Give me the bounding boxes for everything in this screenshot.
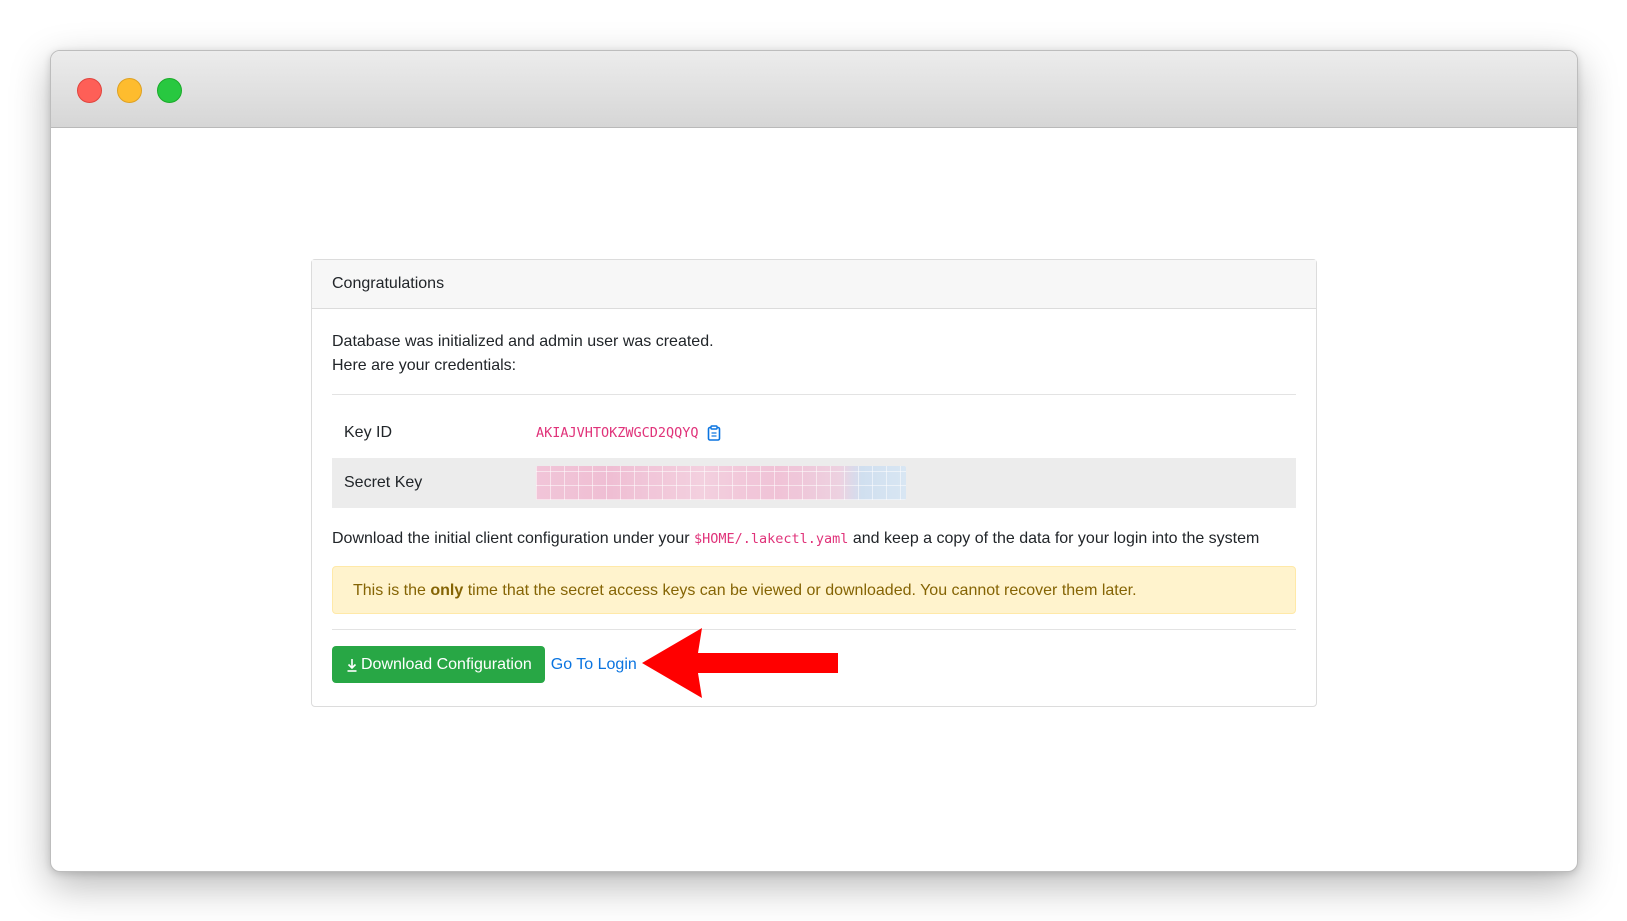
alert-text-bold: only (430, 582, 464, 599)
divider (332, 394, 1296, 395)
alert-text-before: This is the (353, 582, 431, 599)
warning-alert: This is the only time that the secret ac… (332, 566, 1296, 614)
actions-bar: Download Configuration Go To Login (332, 628, 1296, 698)
close-window-button[interactable] (77, 78, 102, 103)
red-arrow-annotation (642, 628, 838, 698)
download-configuration-button[interactable]: Download Configuration (332, 646, 545, 683)
config-path: $HOME/.lakectl.yaml (694, 531, 849, 547)
download-text-after: and keep a copy of the data for your log… (848, 530, 1260, 547)
zoom-window-button[interactable] (157, 78, 182, 103)
go-to-login-link[interactable]: Go To Login (551, 656, 637, 674)
intro-text: Database was initialized and admin user … (332, 330, 1296, 378)
download-text-before: Download the initial client configuratio… (332, 530, 694, 547)
download-instructions: Download the initial client configuratio… (332, 527, 1296, 551)
key-id-value: AKIAJVHTOKZWGCD2QQYQ (536, 425, 699, 441)
download-icon (346, 657, 358, 673)
card-header: Congratulations (312, 260, 1316, 309)
window-titlebar (51, 51, 1577, 128)
intro-line-2: Here are your credentials: (332, 357, 517, 374)
card-body: Database was initialized and admin user … (332, 309, 1296, 698)
intro-line-1: Database was initialized and admin user … (332, 333, 714, 350)
secret-key-row: Secret Key (332, 458, 1296, 508)
secret-key-value-redacted (536, 466, 906, 500)
minimize-window-button[interactable] (117, 78, 142, 103)
browser-window: Congratulations Database was initialized… (50, 50, 1578, 872)
key-id-value-wrap: AKIAJVHTOKZWGCD2QQYQ (536, 425, 721, 441)
alert-text-after: time that the secret access keys can be … (463, 582, 1137, 599)
key-id-row: Key ID AKIAJVHTOKZWGCD2QQYQ (332, 408, 1296, 458)
clipboard-icon[interactable] (707, 425, 721, 441)
setup-complete-card: Congratulations Database was initialized… (311, 259, 1317, 707)
secret-key-label: Secret Key (344, 474, 423, 491)
download-button-label: Download Configuration (361, 655, 532, 673)
key-id-label: Key ID (344, 424, 393, 441)
